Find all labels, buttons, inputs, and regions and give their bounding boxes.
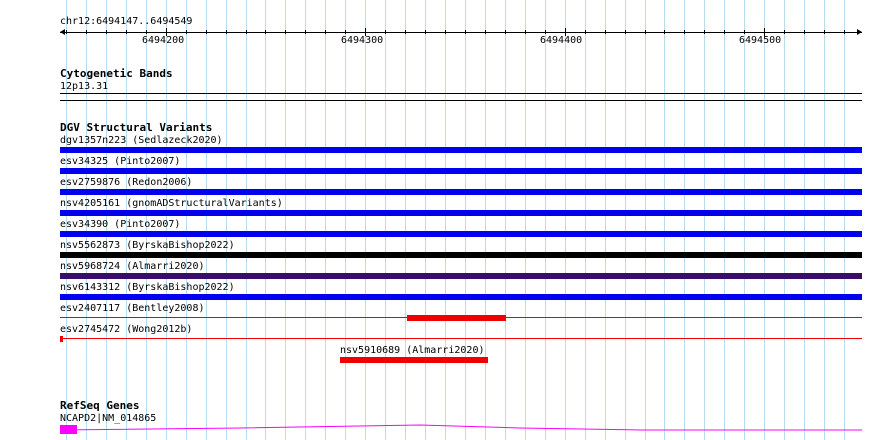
cytoband-line-top xyxy=(60,93,862,94)
ruler-right-arrow-icon xyxy=(857,29,862,35)
ruler-axis-line xyxy=(60,32,862,33)
refseq-gene-exon[interactable] xyxy=(60,425,77,434)
cytoband-line-bottom xyxy=(60,100,862,101)
dgv-feature-label: nsv5562873 (ByrskaBishop2022) xyxy=(60,240,235,251)
refseq-track-title: RefSeq Genes xyxy=(60,399,140,412)
dgv-feature-label: nsv5968724 (Almarri2020) xyxy=(60,261,205,272)
dgv-feature-bar[interactable] xyxy=(60,231,862,237)
dgv-feature-label: nsv5910689 (Almarri2020) xyxy=(340,345,485,356)
position-label: chr12:6494147..6494549 xyxy=(60,16,193,27)
dgv-feature-line xyxy=(60,338,862,339)
dgv-feature-bar[interactable] xyxy=(60,294,862,300)
dgv-feature-label: nsv6143312 (ByrskaBishop2022) xyxy=(60,282,235,293)
dgv-feature-label: nsv4205161 (gnomADStructuralVariants) xyxy=(60,198,283,209)
dgv-feature-label: esv2759876 (Redon2006) xyxy=(60,177,193,188)
ruler-tick-label: 6494300 xyxy=(341,35,384,46)
dgv-feature-block[interactable] xyxy=(60,336,63,342)
genome-browser: chr12:6494147..6494549 6494200 6494300 6… xyxy=(0,0,890,440)
ruler-tick-label: 6494500 xyxy=(739,35,782,46)
refseq-gene-label: NCAPD2|NM_014865 xyxy=(60,413,157,424)
dgv-feature-bar[interactable] xyxy=(60,189,862,195)
dgv-feature-bar[interactable] xyxy=(60,147,862,153)
dgv-feature-label: esv2745472 (Wong2012b) xyxy=(60,324,193,335)
ruler-tick-label: 6494200 xyxy=(142,35,185,46)
ruler-left-arrow-icon xyxy=(60,29,65,35)
cytoband-track-title: Cytogenetic Bands xyxy=(60,67,173,80)
dgv-feature-label: esv2407117 (Bentley2008) xyxy=(60,303,205,314)
dgv-feature-bar[interactable] xyxy=(60,168,862,174)
dgv-feature-label: dgv1357n223 (Sedlazeck2020) xyxy=(60,135,223,146)
dgv-feature-bar[interactable] xyxy=(340,357,488,363)
dgv-feature-bar[interactable] xyxy=(60,273,862,279)
cytoband-label: 12p13.31 xyxy=(60,81,109,92)
dgv-feature-block[interactable] xyxy=(407,315,506,321)
dgv-feature-label: esv34390 (Pinto2007) xyxy=(60,219,181,230)
scale-ruler[interactable]: 6494200 6494300 6494400 6494500 xyxy=(60,28,862,48)
ruler-tick-label: 6494400 xyxy=(540,35,583,46)
dgv-feature-bar[interactable] xyxy=(60,210,862,216)
dgv-track-title: DGV Structural Variants xyxy=(60,121,213,134)
dgv-feature-label: esv34325 (Pinto2007) xyxy=(60,156,181,167)
dgv-feature-bar[interactable] xyxy=(60,252,862,258)
